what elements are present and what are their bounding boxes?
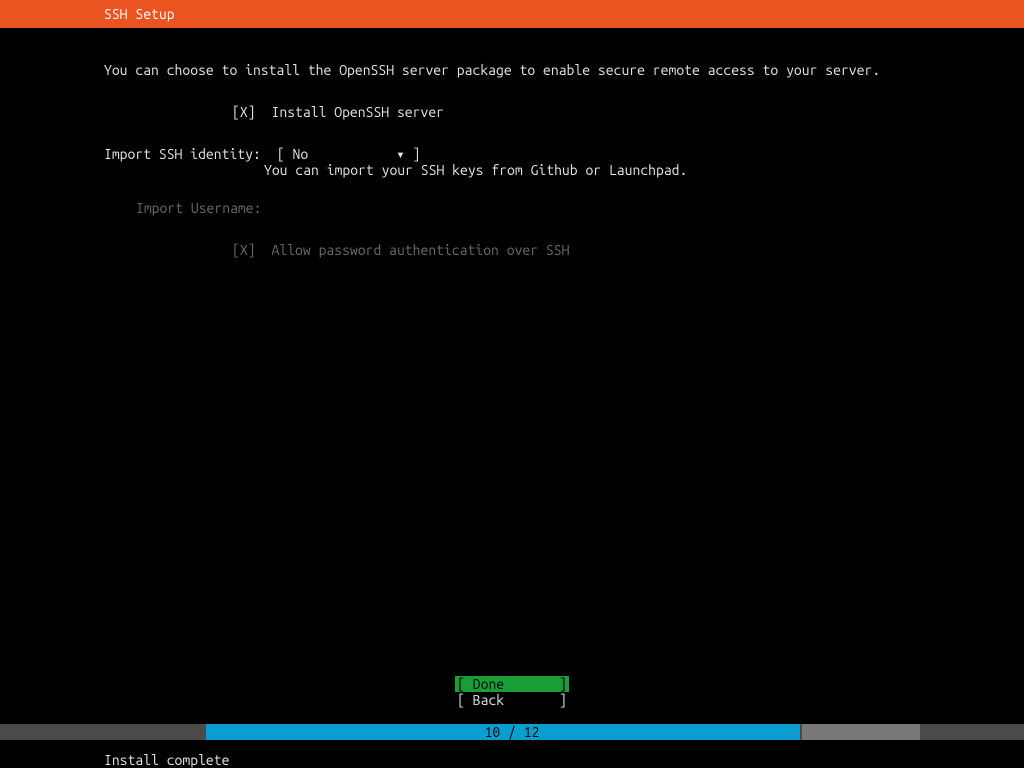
import-identity-value[interactable]: No bbox=[293, 146, 309, 162]
description-text: You can choose to install the OpenSSH se… bbox=[104, 62, 1024, 78]
progress-bar: 10 / 12 bbox=[0, 724, 1024, 740]
allow-password-label: Allow password authentication over SSH bbox=[272, 242, 570, 258]
done-button[interactable]: [ Done ] bbox=[455, 676, 569, 692]
dropdown-close-bracket[interactable]: ] bbox=[412, 146, 420, 162]
action-buttons: [ Done ] [ Back ] bbox=[0, 676, 1024, 708]
install-ssh-row: [X] Install OpenSSH server bbox=[104, 104, 1024, 120]
import-username-label: Import Username: bbox=[136, 200, 261, 216]
progress-text: 10 / 12 bbox=[0, 724, 1024, 740]
allow-password-row: [X] Allow password authentication over S… bbox=[104, 242, 1024, 258]
import-identity-label: Import SSH identity: bbox=[104, 146, 261, 162]
header-bar: SSH Setup bbox=[0, 0, 1024, 28]
page-title: SSH Setup bbox=[104, 6, 175, 22]
import-identity-row: Import SSH identity: [ No ▾ ] bbox=[104, 146, 1024, 162]
back-button[interactable]: [ Back ] bbox=[457, 692, 567, 708]
import-identity-help: You can import your SSH keys from Github… bbox=[264, 162, 687, 178]
import-identity-help-row: You can import your SSH keys from Github… bbox=[104, 162, 1024, 178]
main-content: You can choose to install the OpenSSH se… bbox=[0, 28, 1024, 258]
import-username-row: Import Username: bbox=[104, 200, 1024, 216]
status-line: Install complete bbox=[0, 752, 1024, 768]
dropdown-open-bracket[interactable]: [ bbox=[277, 146, 285, 162]
install-ssh-checkbox[interactable]: [X] bbox=[232, 104, 256, 120]
bottom-section: [ Done ] [ Back ] 10 / 12 Install comple… bbox=[0, 676, 1024, 768]
chevron-down-icon[interactable]: ▾ bbox=[396, 146, 404, 162]
install-ssh-label: Install OpenSSH server bbox=[272, 104, 444, 120]
allow-password-checkbox: [X] bbox=[232, 242, 256, 258]
